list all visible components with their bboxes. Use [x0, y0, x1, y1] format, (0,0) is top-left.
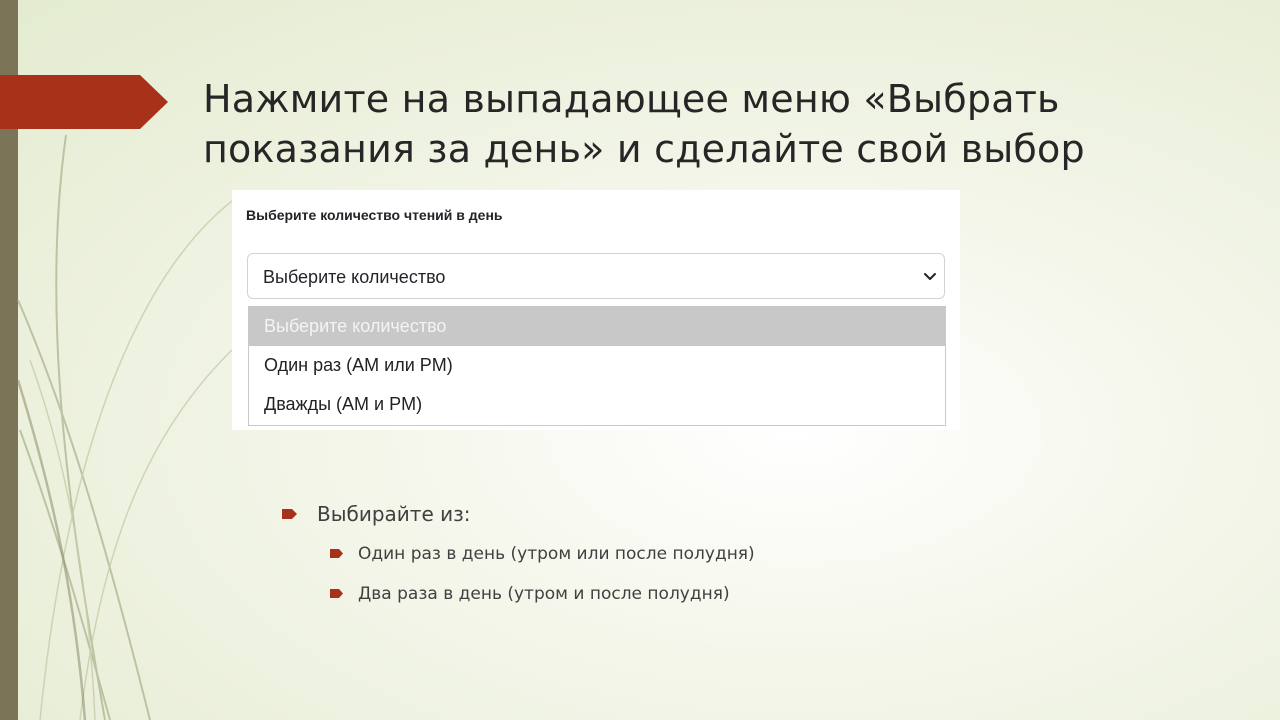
- sub-bullet-item: Один раз в день (утром или после полудня…: [330, 534, 1182, 574]
- sub-bullet-item: Два раза в день (утром и после полудня): [330, 574, 1182, 614]
- arrow-bullet-icon: [330, 549, 343, 558]
- sub-bullet-list: Один раз в день (утром или после полудня…: [282, 534, 1182, 614]
- field-label: Выберите количество чтений в день: [246, 207, 503, 223]
- dropdown-options-list: Выберите количество Один раз (AM или PM)…: [248, 306, 946, 426]
- slide-title: Нажмите на выпадающее меню «Выбрать пока…: [203, 77, 1085, 171]
- dropdown-option-once[interactable]: Один раз (AM или PM): [249, 346, 945, 385]
- dropdown-option-twice[interactable]: Дважды (AM и PM): [249, 385, 945, 424]
- arrow-bullet-icon: [330, 589, 343, 598]
- chevron-down-icon: [924, 273, 936, 280]
- sub-bullet-text: Два раза в день (утром и после полудня): [358, 584, 730, 604]
- arrow-pentagon-icon: [0, 75, 168, 129]
- sub-bullet-text: Один раз в день (утром или после полудня…: [358, 544, 755, 564]
- dropdown-screenshot: Выберите количество чтений в день Выбери…: [232, 190, 960, 430]
- bullet-heading-item: Выбирайте из:: [282, 498, 1182, 530]
- arrow-bullet-icon: [282, 509, 297, 519]
- bullet-heading: Выбирайте из:: [317, 502, 471, 526]
- select-current-value: Выберите количество: [263, 267, 446, 287]
- bullet-list: Выбирайте из: Один раз в день (утром или…: [282, 498, 1182, 614]
- quantity-select[interactable]: Выберите количество: [247, 253, 945, 299]
- dropdown-option-placeholder[interactable]: Выберите количество: [249, 307, 945, 346]
